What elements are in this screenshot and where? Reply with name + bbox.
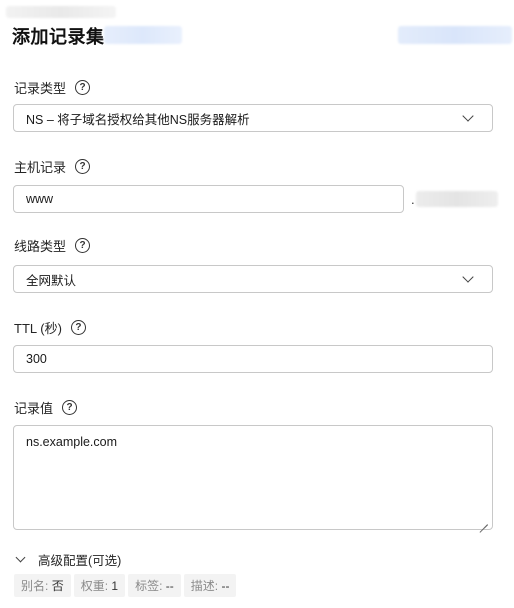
line-type-label-text: 线路类型: [14, 239, 67, 254]
chevron-down-icon: [15, 552, 26, 563]
domain-separator: .: [411, 192, 415, 207]
record-value-label-text: 记录值: [14, 401, 54, 416]
ttl-label: TTL (秒) ?: [14, 318, 86, 337]
help-icon[interactable]: ?: [62, 400, 78, 415]
help-icon[interactable]: ?: [75, 159, 91, 174]
chevron-down-icon: [462, 110, 474, 122]
line-type-value: 全网默认: [26, 273, 77, 288]
resize-handle-icon[interactable]: [479, 516, 488, 525]
record-value-text: ns.example.com: [26, 435, 118, 449]
record-type-select[interactable]: NS – 将子域名授权给其他NS服务器解析: [13, 104, 493, 132]
ttl-value: 300: [26, 352, 47, 366]
blurred-breadcrumb: [6, 6, 116, 18]
advanced-summary-tags: 别名: 否 权重: 1 标签: -- 描述: --: [14, 574, 237, 597]
line-type-label: 线路类型 ?: [14, 236, 91, 255]
help-icon[interactable]: ?: [75, 80, 91, 95]
record-type-label: 记录类型 ?: [14, 78, 91, 97]
chevron-down-icon: [462, 271, 474, 283]
help-icon[interactable]: ?: [70, 320, 86, 335]
host-record-label-text: 主机记录: [14, 160, 67, 175]
blurred-zone-name: [104, 26, 182, 44]
advanced-config-toggle[interactable]: 高级配置(可选): [14, 550, 121, 569]
ttl-label-text: TTL (秒): [14, 321, 62, 336]
record-type-label-text: 记录类型: [14, 81, 67, 96]
label-tag: 标签: --: [128, 574, 181, 597]
blurred-domain-suffix: [416, 191, 498, 207]
page-title: 添加记录集: [12, 27, 105, 47]
ttl-input[interactable]: 300: [13, 345, 493, 373]
line-type-select[interactable]: 全网默认: [13, 265, 493, 293]
blurred-link[interactable]: [398, 26, 512, 44]
description-tag: 描述: --: [183, 574, 237, 597]
host-record-input[interactable]: www: [13, 185, 404, 213]
weight-tag: 权重: 1: [73, 574, 126, 597]
record-value-textarea[interactable]: ns.example.com: [13, 425, 493, 530]
host-record-label: 主机记录 ?: [14, 157, 91, 176]
alias-tag: 别名: 否: [14, 574, 71, 597]
host-record-value: www: [26, 192, 54, 206]
help-icon[interactable]: ?: [75, 238, 91, 253]
advanced-config-label: 高级配置(可选): [38, 554, 122, 568]
record-value-label: 记录值 ?: [14, 398, 78, 417]
record-type-value: NS – 将子域名授权给其他NS服务器解析: [26, 112, 250, 127]
